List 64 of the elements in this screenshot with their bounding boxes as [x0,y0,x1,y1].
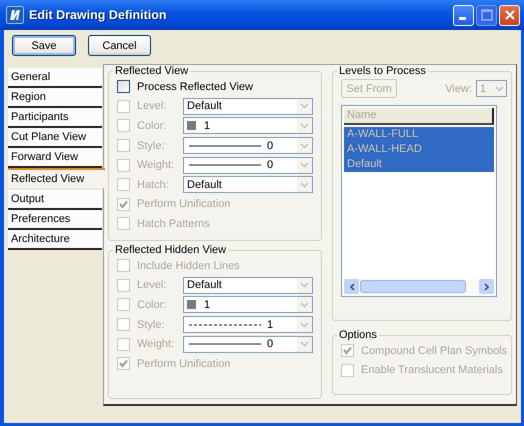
group-title: Options [338,329,378,341]
dropdown-value: 1 [267,318,274,331]
close-icon [504,9,516,21]
checkbox-label: Include Hidden Lines [137,260,240,272]
checkbox-label: Level: [137,100,168,112]
checkbox-label: Weight: [137,338,176,350]
view-label: View: [445,82,472,94]
dropdown-value: 1 [204,120,210,132]
checkbox-label: Enable Translucent Materials [361,364,503,376]
tab[interactable]: Preferences [8,210,102,230]
maximize-button[interactable] [476,4,497,26]
check-mark-icon [343,346,352,356]
dropdown-value: 0 [267,140,274,152]
window-title: Edit Drawing Definition [29,8,166,22]
dropdown-value: Default [187,178,222,191]
checkbox-label: Process Reflected View [137,80,253,93]
group-title: Levels to Process [338,65,427,77]
maximize-icon [480,9,492,21]
tab[interactable]: Region [8,88,102,108]
dropdown-value: Default [187,279,222,292]
checkbox-label: Weight: [137,159,176,172]
save-button[interactable]: Save [12,35,76,56]
checkbox-label: Hatch: [137,178,170,191]
tab[interactable]: Reflected View [8,168,105,188]
checkbox-label: Style: [137,318,166,331]
tab[interactable]: Forward View [8,148,102,168]
close-button[interactable] [499,4,520,26]
dropdown-value: 1 [204,298,210,311]
checkbox-label: Level: [137,279,168,292]
check-mark-icon [119,200,128,209]
group-title: Reflected Hidden View [114,244,228,256]
checkbox-label: Style: [137,140,166,152]
checkbox-label: Hatch Patterns [137,218,210,230]
tab[interactable]: Cut Plane View [8,128,102,148]
tab[interactable]: Architecture [8,230,102,250]
solid-line-icon [189,163,261,168]
group-title: Reflected View [114,65,190,77]
checkbox-label: Perform Unification [137,198,231,210]
checkbox-label: Compound Cell Plan Symbols [361,344,508,357]
checkbox-label: Color: [137,120,168,132]
color-swatch-icon [187,121,196,130]
color-swatch-icon [187,300,196,310]
checkbox-label: Color: [137,298,168,311]
checkbox-label: Perform Unification [137,358,231,370]
checkbox[interactable] [117,80,130,94]
tab[interactable]: Output [8,190,102,210]
scroll-left-button[interactable] [344,279,359,294]
app-icon [6,6,24,24]
check-mark-icon [119,359,128,368]
solid-line-icon [189,342,261,346]
cancel-button[interactable]: Cancel [88,35,151,56]
horizontal-scrollbar[interactable] [344,279,494,294]
tab[interactable]: General [8,68,102,88]
dropdown-value: 0 [267,159,274,172]
dropdown-value: 1 [480,82,488,94]
dropdown-value: 0 [267,338,274,350]
solid-line-icon [189,144,261,148]
minimize-icon [459,17,466,20]
scroll-right-button[interactable] [479,279,494,294]
scrollbar-thumb[interactable] [360,280,466,293]
dashed-line-icon [189,322,261,327]
tab[interactable]: Participants [8,108,102,128]
dropdown-value: Default [187,100,222,112]
minimize-button[interactable] [453,4,474,26]
